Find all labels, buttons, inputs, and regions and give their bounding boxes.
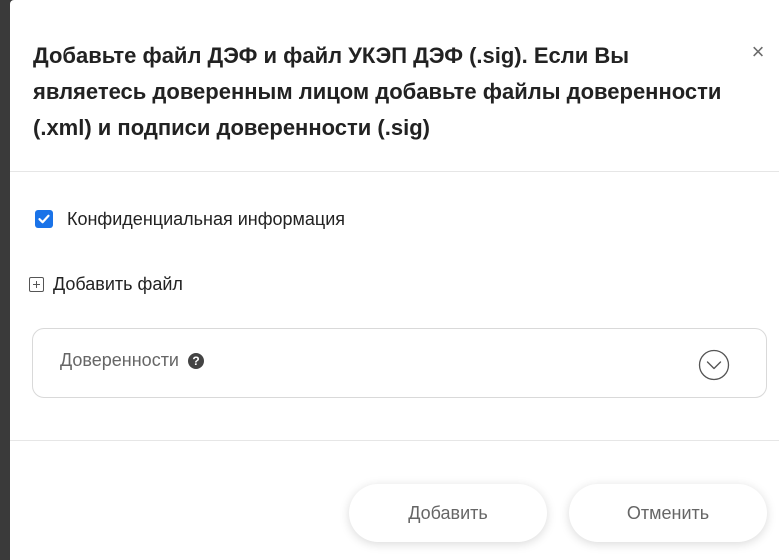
dialog: Добавьте файл ДЭФ и файл УКЭП ДЭФ (.sig)… <box>10 0 779 560</box>
power-of-attorney-dropdown[interactable]: Доверенности ? <box>32 328 767 398</box>
checkmark-icon <box>38 214 50 224</box>
close-icon[interactable]: × <box>747 41 769 63</box>
add-button[interactable]: Добавить <box>349 484 547 542</box>
confidential-label: Конфиденциальная информация <box>67 208 346 229</box>
dropdown-header: Доверенности ? <box>60 350 204 371</box>
confidential-checkbox-row[interactable]: Конфиденциальная информация <box>35 208 345 230</box>
chevron-down-circle-icon[interactable] <box>698 349 730 381</box>
footer-divider <box>10 440 779 441</box>
cancel-button[interactable]: Отменить <box>569 484 767 542</box>
plus-square-icon <box>29 276 44 292</box>
add-file-button[interactable]: Добавить файл <box>29 272 183 296</box>
question-circle-icon[interactable]: ? <box>188 352 204 369</box>
confidential-checkbox[interactable] <box>35 210 53 228</box>
dialog-header: Добавьте файл ДЭФ и файл УКЭП ДЭФ (.sig)… <box>10 0 779 172</box>
add-file-label: Добавить файл <box>53 273 183 294</box>
dialog-title: Добавьте файл ДЭФ и файл УКЭП ДЭФ (.sig)… <box>33 43 722 140</box>
dropdown-label: Доверенности <box>60 350 179 370</box>
